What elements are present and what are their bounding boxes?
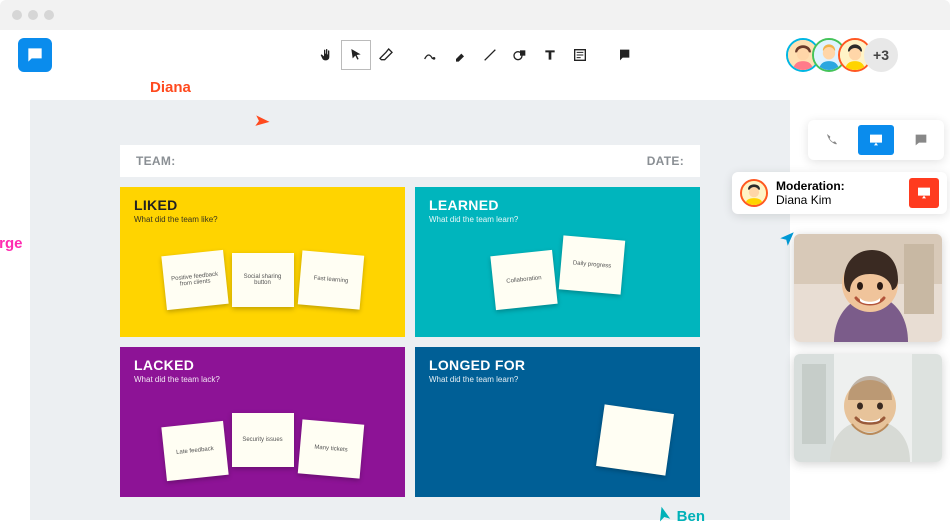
- tool-shape[interactable]: [505, 40, 535, 70]
- date-label: DATE:: [647, 154, 684, 168]
- moderator-name: Diana Kim: [776, 193, 831, 207]
- eraser-icon: [378, 47, 394, 63]
- cursor-icon: [651, 504, 676, 528]
- sticky-note[interactable]: [596, 404, 674, 475]
- hand-icon: [318, 47, 334, 63]
- browser-titlebar: [0, 0, 950, 30]
- remote-cursor-ben: Ben: [655, 507, 705, 525]
- video-feed: [794, 234, 942, 342]
- sticky-note[interactable]: Many tickets: [297, 419, 363, 478]
- cursor-icon: [348, 47, 364, 63]
- sticky-note[interactable]: Positive feedback from clients: [161, 249, 228, 309]
- quadrant-subtitle: What did the team lack?: [134, 375, 391, 384]
- quadrant-subtitle: What did the team like?: [134, 215, 391, 224]
- tool-text[interactable]: [535, 40, 565, 70]
- tool-hand[interactable]: [311, 40, 341, 70]
- remote-cursor-diana: Diana: [150, 78, 209, 96]
- tool-pen[interactable]: [415, 40, 445, 70]
- moderation-card: Moderation: Diana Kim: [732, 172, 947, 214]
- retrospective-grid: LIKED What did the team like? Positive f…: [120, 187, 700, 497]
- right-panel: Moderation: Diana Kim: [794, 120, 944, 462]
- shape-icon: [512, 47, 528, 63]
- sticky-note[interactable]: Late feedback: [161, 420, 228, 480]
- quadrant-learned[interactable]: LEARNED What did the team learn? Collabo…: [415, 187, 700, 337]
- video-tile[interactable]: [794, 234, 942, 342]
- traffic-light-icon: [12, 10, 22, 20]
- tool-select[interactable]: [341, 40, 371, 70]
- app-logo[interactable]: [18, 38, 52, 72]
- quadrant-title: LONGED FOR: [429, 357, 686, 373]
- sticky-note[interactable]: Social sharing button: [232, 253, 294, 307]
- quadrant-title: LIKED: [134, 197, 391, 213]
- quadrant-lacked[interactable]: LACKED What did the team lack? Late feed…: [120, 347, 405, 497]
- present-icon: [868, 132, 884, 148]
- traffic-light-icon: [28, 10, 38, 20]
- whiteboard-canvas[interactable]: Diana George Megan Ben TEAM: DATE: LIKED…: [30, 100, 790, 520]
- moderator-avatar: [740, 179, 768, 207]
- sticky-note[interactable]: Fast learning: [297, 250, 363, 309]
- comment-icon: [616, 47, 632, 63]
- pen-icon: [422, 47, 438, 63]
- cursor-user-label: George: [0, 235, 23, 252]
- cursor-user-label: Ben: [677, 508, 705, 525]
- note-icon: [572, 47, 588, 63]
- tool-eraser[interactable]: [371, 40, 401, 70]
- traffic-light-icon: [44, 10, 54, 20]
- moderation-label: Moderation:: [776, 179, 845, 193]
- quadrant-liked[interactable]: LIKED What did the team like? Positive f…: [120, 187, 405, 337]
- tool-comment[interactable]: [609, 40, 639, 70]
- video-tile[interactable]: [794, 354, 942, 462]
- cursor-user-label: Diana: [150, 79, 191, 96]
- chat-button[interactable]: [903, 125, 939, 155]
- sticky-note[interactable]: Collaboration: [490, 249, 557, 309]
- line-icon: [482, 47, 498, 63]
- communication-bar: [808, 120, 944, 160]
- collaborator-avatars: +3: [794, 38, 898, 72]
- logo-icon: [25, 45, 45, 65]
- tool-marker[interactable]: [445, 40, 475, 70]
- marker-icon: [452, 47, 468, 63]
- stop-moderation-button[interactable]: [909, 178, 939, 208]
- remote-cursor-george: George: [0, 235, 23, 274]
- cursor-icon: [247, 108, 272, 133]
- tool-note[interactable]: [565, 40, 595, 70]
- present-button[interactable]: [858, 125, 894, 155]
- chat-icon: [913, 132, 929, 148]
- avatar-overflow[interactable]: +3: [864, 38, 898, 72]
- sticky-note[interactable]: Daily progress: [558, 235, 624, 294]
- quadrant-title: LEARNED: [429, 197, 686, 213]
- tool-line[interactable]: [475, 40, 505, 70]
- text-icon: [542, 47, 558, 63]
- video-feed: [794, 354, 942, 462]
- call-button[interactable]: [813, 125, 849, 155]
- board-header: TEAM: DATE:: [120, 145, 700, 177]
- toolbar: [311, 40, 639, 70]
- quadrant-subtitle: What did the team learn?: [429, 215, 686, 224]
- person-icon: [742, 181, 766, 205]
- quadrant-longed[interactable]: LONGED FOR What did the team learn?: [415, 347, 700, 497]
- quadrant-subtitle: What did the team learn?: [429, 375, 686, 384]
- phone-icon: [823, 132, 839, 148]
- sticky-note[interactable]: Security issues: [232, 413, 294, 467]
- team-label: TEAM:: [136, 154, 176, 168]
- stop-present-icon: [916, 185, 932, 201]
- quadrant-title: LACKED: [134, 357, 391, 373]
